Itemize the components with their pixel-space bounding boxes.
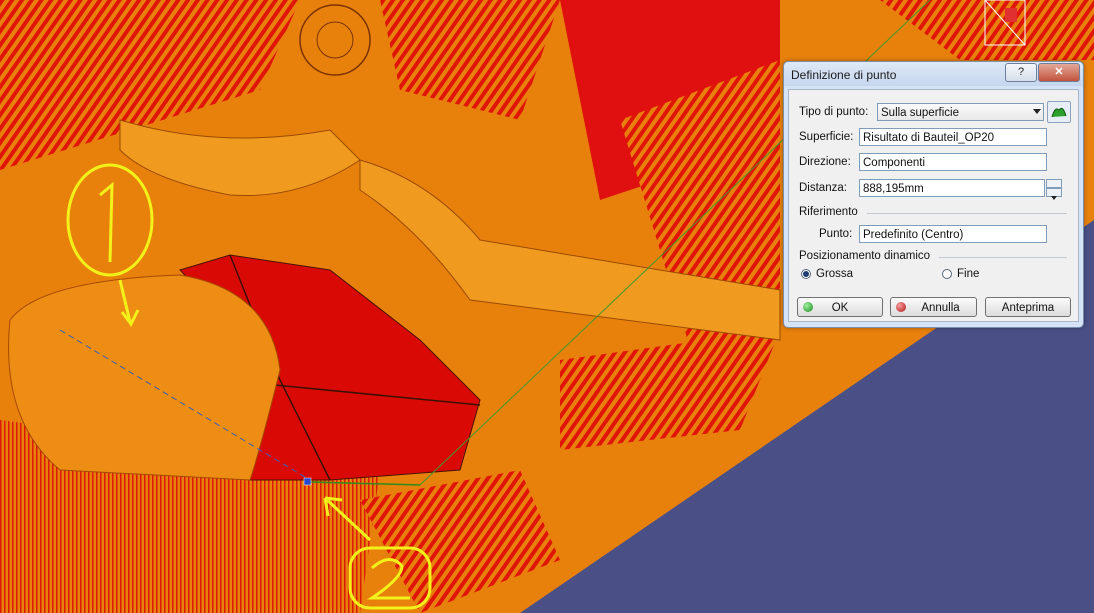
- chevron-down-icon: [1033, 109, 1041, 114]
- fine-label: Fine: [957, 268, 980, 280]
- rounded-corner-surface: [8, 274, 281, 481]
- direction-label: Direzione:: [799, 156, 851, 168]
- surface-field[interactable]: Risultato di Bauteil_OP20: [859, 128, 1047, 146]
- point-marker: [303, 477, 312, 486]
- positioning-divider: [939, 257, 1067, 258]
- type-label: Tipo di punto:: [799, 106, 869, 118]
- positioning-heading: Posizionamento dinamico: [799, 250, 931, 262]
- distance-field[interactable]: 888,195mm: [859, 179, 1045, 197]
- point-type-value: Sulla superficie: [881, 107, 959, 119]
- surface-label: Superficie:: [799, 131, 854, 143]
- direction-field[interactable]: Componenti: [859, 153, 1047, 171]
- distance-label: Distanza:: [799, 182, 847, 194]
- dialog-titlebar[interactable]: Definizione di punto ? ✕: [784, 62, 1083, 86]
- dialog-content: Tipo di punto: Sulla superficie Superfic…: [788, 89, 1079, 322]
- reference-point-field[interactable]: Predefinito (Centro): [859, 225, 1047, 243]
- point-definition-dialog: Definizione di punto ? ✕ Tipo di punto: …: [783, 61, 1084, 328]
- reference-point-label: Punto:: [819, 228, 853, 240]
- surface-select-icon[interactable]: [1047, 101, 1071, 123]
- cancel-button[interactable]: Annulla: [890, 297, 977, 317]
- coarse-label: Grossa: [816, 268, 854, 280]
- reference-heading: Riferimento: [799, 206, 858, 218]
- help-button[interactable]: ?: [1005, 63, 1037, 82]
- dialog-title: Definizione di punto: [791, 68, 897, 82]
- reference-divider: [867, 213, 1067, 214]
- distance-spin-down[interactable]: [1046, 188, 1062, 200]
- fine-radio[interactable]: [942, 269, 952, 279]
- coarse-radio[interactable]: [801, 269, 811, 279]
- point-type-select[interactable]: Sulla superficie: [877, 103, 1044, 121]
- close-button[interactable]: ✕: [1038, 63, 1080, 82]
- preview-button[interactable]: Anteprima: [985, 297, 1071, 317]
- ok-button[interactable]: OK: [797, 297, 883, 317]
- distance-spin-up[interactable]: [1046, 179, 1062, 192]
